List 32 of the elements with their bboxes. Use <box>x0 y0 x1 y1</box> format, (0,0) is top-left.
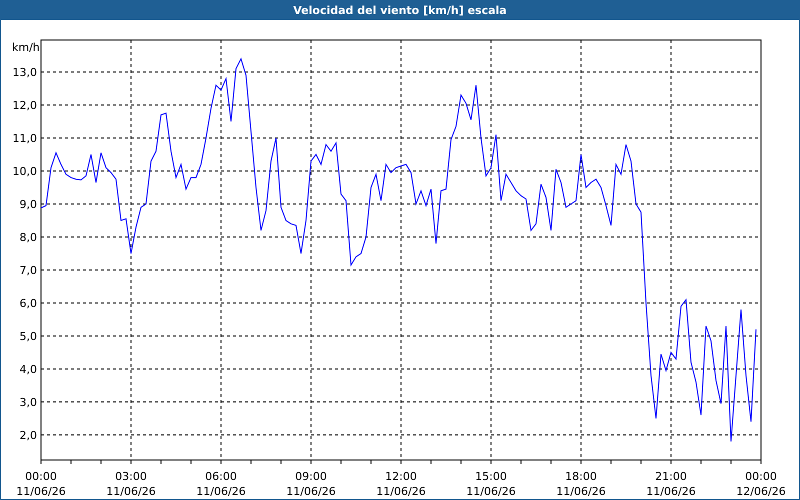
y-tick-label: 10,0 <box>12 164 37 178</box>
y-tick-label: 5,0 <box>20 330 37 343</box>
x-tick-date-label: 11/06/26 <box>646 485 696 498</box>
x-tick-date-label: 11/06/26 <box>106 485 156 498</box>
y-tick-label: 6,0 <box>20 296 37 310</box>
x-tick-date-label: 11/06/26 <box>286 485 336 498</box>
y-tick-label: 2,0 <box>20 428 37 442</box>
y-tick-label: 9,0 <box>20 198 37 211</box>
x-tick-time-label: 12:00 <box>385 470 417 483</box>
x-tick-date-label: 11/06/26 <box>376 485 426 498</box>
y-tick-label: 3,0 <box>20 396 37 409</box>
y-tick-label: 7,0 <box>20 264 37 277</box>
x-tick-time-label: 15:00 <box>475 470 507 483</box>
x-tick-time-label: 18:00 <box>565 470 597 483</box>
y-tick-label: 12,0 <box>12 99 37 112</box>
x-tick-date-label: 12/06/26 <box>736 485 786 498</box>
x-tick-time-label: 00:00 <box>25 470 57 483</box>
x-tick-time-label: 09:00 <box>295 470 327 483</box>
axis-unit-label: km/h <box>12 41 40 54</box>
y-tick-label: 4,0 <box>20 362 37 376</box>
x-tick-time-label: 06:00 <box>205 470 237 483</box>
x-tick-date-label: 11/06/26 <box>466 485 516 498</box>
x-tick-time-label: 03:00 <box>115 470 147 483</box>
x-tick-time-label: 00:00 <box>745 470 777 483</box>
x-tick-date-label: 11/06/26 <box>196 485 246 498</box>
window-title: Velocidad del viento [km/h] escala <box>293 4 507 17</box>
y-tick-label: 13,0 <box>12 66 37 79</box>
x-tick-date-label: 11/06/26 <box>556 485 606 498</box>
x-tick-time-label: 21:00 <box>655 470 687 483</box>
y-tick-label: 8,0 <box>20 230 37 244</box>
x-tick-date-label: 11/06/26 <box>16 485 66 498</box>
y-tick-label: 11,0 <box>12 132 37 145</box>
